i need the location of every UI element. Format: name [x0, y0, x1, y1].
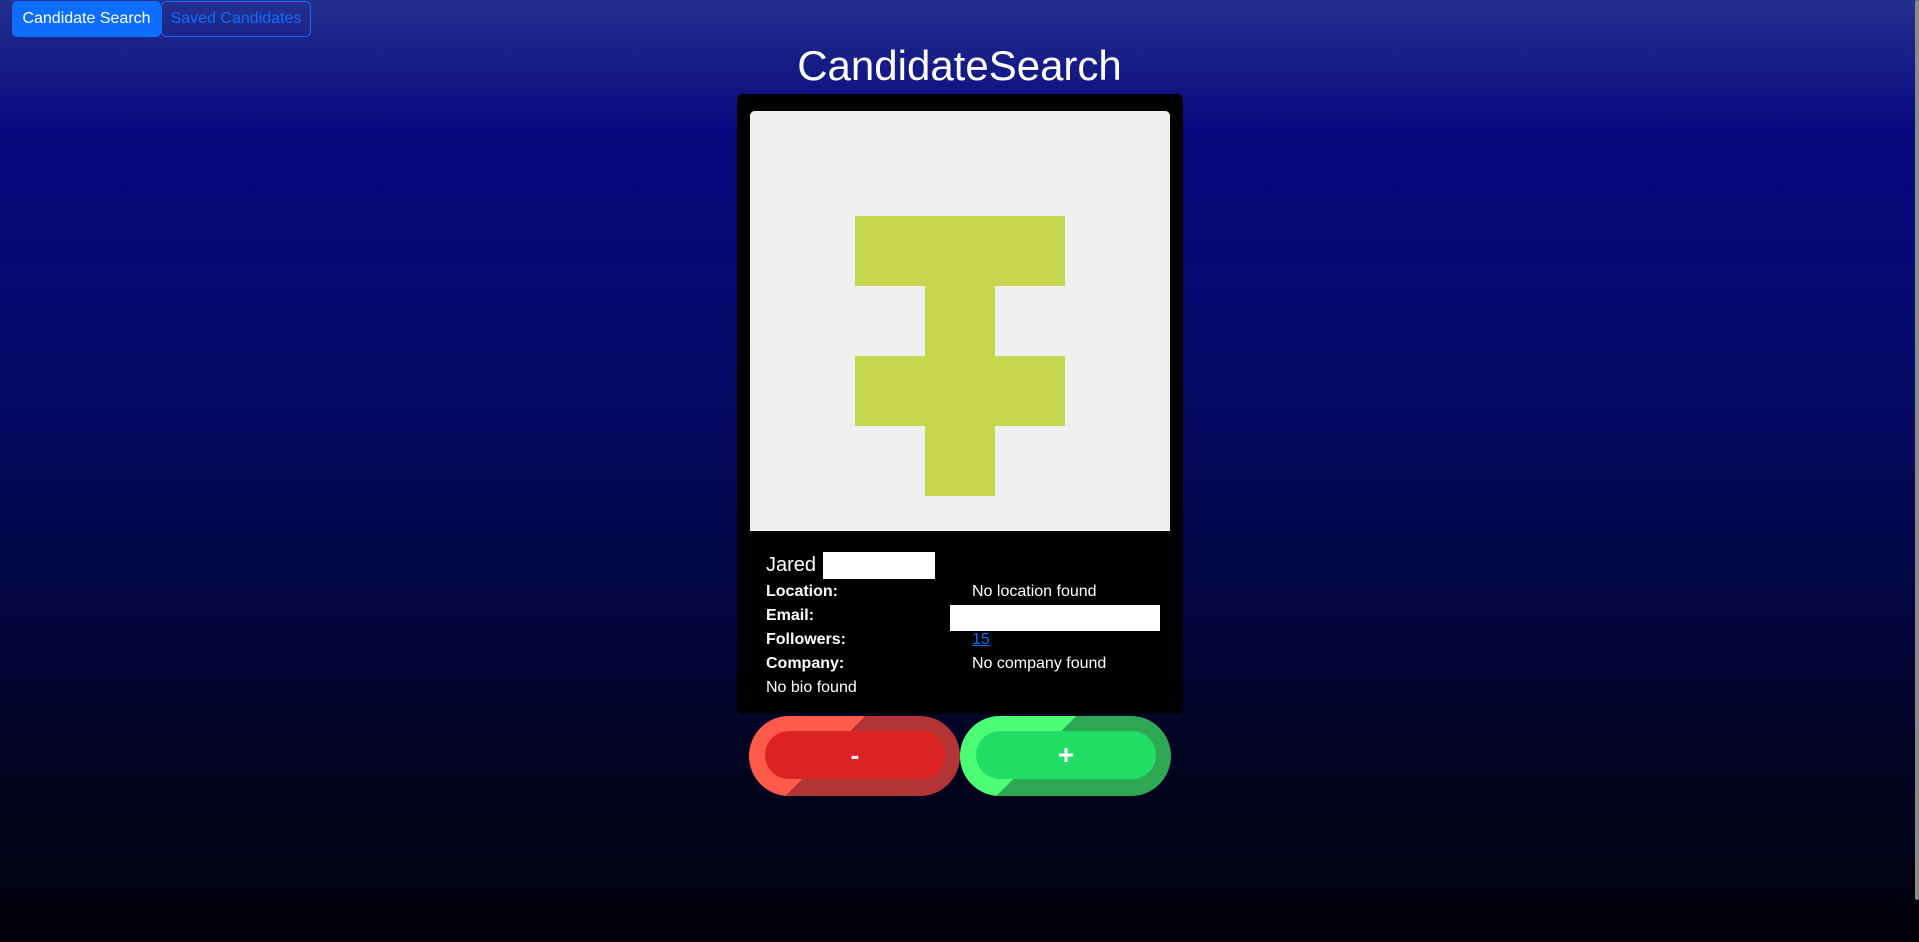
company-label: Company:: [766, 655, 845, 672]
followers-label: Followers:: [766, 631, 847, 648]
candidate-info: Jared Location: No location found Email:…: [766, 550, 1166, 700]
page-scrollbar[interactable]: [1915, 0, 1919, 900]
location-row: Location: No location found: [766, 580, 1166, 604]
identicon-avatar-icon: [750, 111, 1170, 531]
company-value: No company found: [972, 655, 1107, 672]
followers-link[interactable]: 15: [972, 628, 990, 652]
bio-text: No bio found: [766, 679, 857, 696]
candidate-name: Jared: [766, 553, 817, 576]
candidate-card: Jared Location: No location found Email:…: [737, 94, 1183, 714]
followers-row: Followers: 15: [766, 628, 1166, 652]
nav-saved-candidates-button[interactable]: Saved Candidates: [161, 1, 311, 37]
reject-candidate-button[interactable]: -: [749, 716, 960, 796]
redacted-username: [823, 551, 936, 579]
candidate-name-row: Jared: [766, 550, 1166, 580]
location-label: Location:: [766, 583, 838, 600]
page-title: CandidateSearch: [797, 42, 1122, 89]
nav-candidate-search-button[interactable]: Candidate Search: [12, 1, 161, 37]
email-row: Email:: [766, 604, 1166, 631]
email-label: Email:: [766, 607, 815, 624]
reject-label: -: [765, 731, 945, 779]
company-row: Company: No company found: [766, 652, 1166, 676]
save-candidate-button[interactable]: +: [960, 716, 1171, 796]
accept-label: +: [976, 731, 1156, 779]
location-value: No location found: [972, 583, 1097, 600]
candidate-avatar: [750, 111, 1170, 531]
top-nav: Candidate Search Saved Candidates: [12, 1, 311, 37]
